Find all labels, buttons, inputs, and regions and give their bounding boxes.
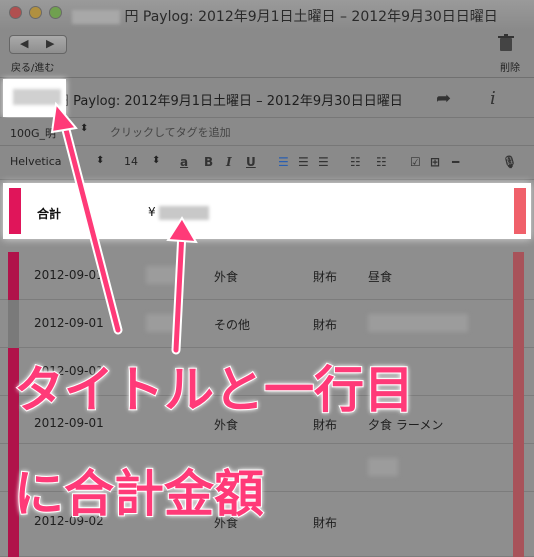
arrow-head-title xyxy=(50,101,78,134)
annotation-line-2: に合計金額 xyxy=(13,464,265,524)
arrow-head-total xyxy=(166,216,198,244)
annotation-line-1: タイトルと一行目 xyxy=(13,360,415,420)
arrow-to-title xyxy=(61,119,121,333)
